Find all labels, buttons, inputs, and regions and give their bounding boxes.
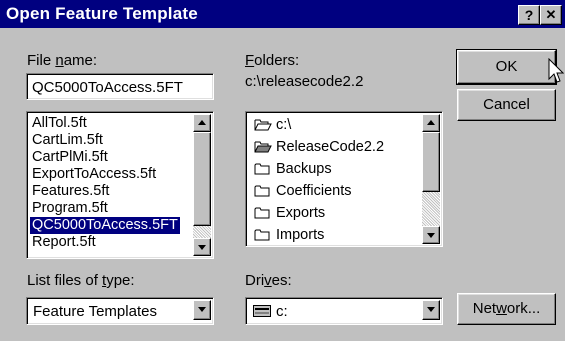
current-path: c:\releasecode2.2	[245, 73, 364, 90]
cancel-button[interactable]: Cancel	[457, 89, 556, 121]
open-folder-icon	[254, 119, 272, 131]
drives-value: c:	[276, 303, 288, 320]
folder-scroll-thumb[interactable]	[422, 132, 440, 192]
window-title: Open Feature Template	[6, 4, 198, 23]
arrow-up-icon	[427, 120, 435, 125]
folder-tree-item-label: Coefficients	[276, 183, 352, 199]
network-button[interactable]: Network...	[457, 293, 556, 325]
file-list-item[interactable]: CartPlMi.5ft	[30, 149, 110, 166]
file-scroll-up-button[interactable]	[193, 114, 211, 132]
file-scroll-down-button[interactable]	[193, 238, 211, 256]
file-list-item[interactable]: Program.5ft	[30, 200, 110, 217]
file-list-item[interactable]: CartLim.5ft	[30, 132, 105, 149]
file-list-item[interactable]: Report.5ft	[30, 234, 98, 251]
drives-dropdown-button[interactable]	[422, 300, 440, 320]
filename-input[interactable]: QC5000ToAccess.5FT	[26, 73, 214, 100]
chevron-down-icon	[198, 307, 206, 312]
file-scroll-thumb[interactable]	[193, 132, 211, 226]
file-list-scrollbar[interactable]	[193, 114, 211, 256]
folder-tree-item-label: Backups	[276, 161, 332, 177]
file-list-item[interactable]: Features.5ft	[30, 183, 111, 200]
file-list-item[interactable]: QC5000ToAccess.5FT	[30, 217, 180, 234]
folder-tree[interactable]: c:\ ReleaseCode2.2 Backups Coefficients Expo…	[245, 111, 443, 247]
arrow-down-icon	[198, 245, 206, 250]
folder-icon	[254, 163, 270, 175]
folder-icon	[254, 185, 270, 197]
folder-tree-item-label: c:\	[276, 117, 292, 133]
filetype-dropdown[interactable]: Feature Templates	[26, 297, 214, 325]
ok-button[interactable]: OK	[456, 49, 557, 85]
folders-label: Folders:	[245, 52, 300, 69]
drives-label: Drives:	[245, 272, 292, 289]
file-list-item[interactable]: ExportToAccess.5ft	[30, 166, 158, 183]
drives-dropdown[interactable]: c:	[245, 297, 443, 325]
folder-tree-item-label: Exports	[276, 205, 326, 221]
help-button[interactable]: ?	[518, 5, 540, 25]
folder-tree-scrollbar[interactable]	[422, 114, 440, 244]
drive-icon	[253, 305, 271, 317]
folder-scroll-down-button[interactable]	[422, 226, 440, 244]
filename-label: File name:	[27, 52, 98, 69]
folder-tree-item-label: Imports	[276, 227, 325, 243]
filetype-dropdown-button[interactable]	[193, 300, 211, 320]
file-listbox[interactable]: AllTol.5ft CartLim.5ft CartPlMi.5ft ExportT…	[26, 111, 214, 259]
chevron-down-icon	[427, 307, 435, 312]
folder-scroll-up-button[interactable]	[422, 114, 440, 132]
filetype-value: Feature Templates	[33, 303, 157, 320]
file-list-item[interactable]: AllTol.5ft	[30, 115, 89, 132]
close-button[interactable]: ✕	[540, 5, 562, 25]
folder-tree-item-label: ReleaseCode2.2	[276, 139, 385, 155]
arrow-down-icon	[427, 233, 435, 238]
arrow-up-icon	[198, 120, 206, 125]
filetype-label: List files of type:	[27, 272, 135, 289]
mouse-cursor-icon	[548, 58, 564, 83]
folder-icon	[254, 207, 270, 219]
folder-icon	[254, 229, 270, 241]
open-folder-filled-icon	[254, 141, 272, 153]
